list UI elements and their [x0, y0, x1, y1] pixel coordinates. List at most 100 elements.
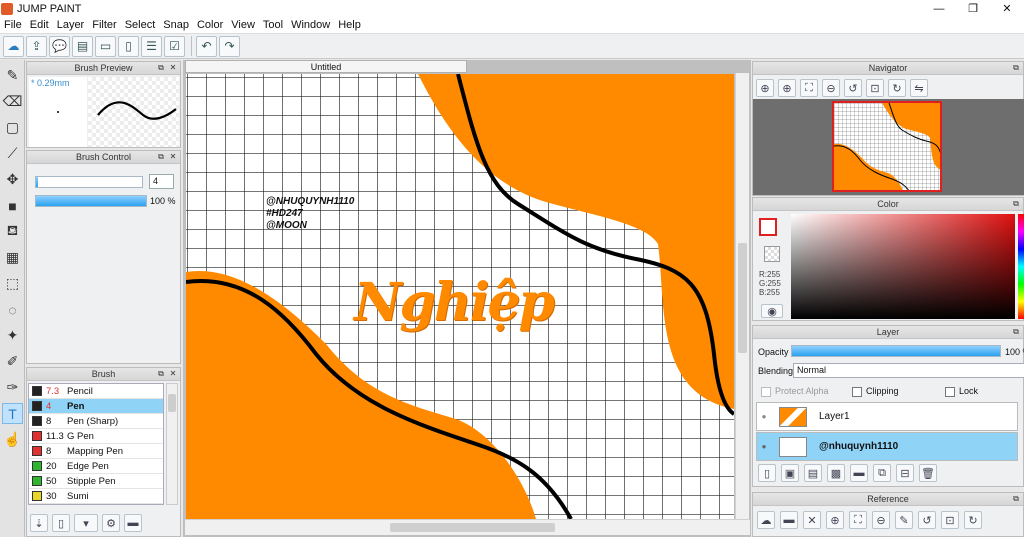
brush-folder-icon[interactable]: ▬	[124, 514, 142, 532]
zoom-out-icon[interactable]: ⊖	[822, 79, 840, 97]
float-panel-icon[interactable]: ⧉	[1011, 63, 1021, 73]
page-icon[interactable]: ▭	[95, 35, 116, 57]
rect-select-tool-icon[interactable]: ⬚	[2, 273, 23, 294]
rotate-right-icon[interactable]: ↻	[888, 79, 906, 97]
background-color-swatch[interactable]	[764, 246, 780, 262]
move-tool-icon[interactable]: ✥	[2, 169, 23, 190]
menu-tool[interactable]: Tool	[259, 19, 287, 31]
menu-snap[interactable]: Snap	[159, 19, 193, 31]
foreground-color-swatch[interactable]	[759, 218, 777, 236]
menu-filter[interactable]: Filter	[88, 19, 120, 31]
line-tool-icon[interactable]: ⟋	[2, 143, 23, 164]
new-text-layer-icon[interactable]: ▤	[804, 464, 822, 482]
new-vector-layer-icon[interactable]: ▣	[781, 464, 799, 482]
brush-item[interactable]: 50 Stipple Pen	[29, 474, 163, 489]
fill-rect-tool-icon[interactable]: ■	[2, 195, 23, 216]
brush-size-input[interactable]: 4	[149, 174, 174, 189]
export-icon[interactable]: ⇪	[26, 35, 47, 57]
clipping-checkbox[interactable]	[852, 386, 862, 397]
select-pen-tool-icon[interactable]: ✐	[2, 351, 23, 372]
fit-screen-icon[interactable]: ⛶	[800, 79, 818, 97]
list-icon[interactable]: ☰	[141, 35, 162, 57]
magic-wand-tool-icon[interactable]: ✦	[2, 325, 23, 346]
float-panel-icon[interactable]: ⧉	[1011, 327, 1021, 337]
menu-help[interactable]: Help	[334, 19, 365, 31]
eyedropper-settings-icon[interactable]: ◉	[761, 304, 783, 318]
gradient-tool-icon[interactable]: ▦	[2, 247, 23, 268]
brush-tool-icon[interactable]: ✎	[2, 65, 23, 86]
merge-layer-icon[interactable]: ⊟	[896, 464, 914, 482]
float-panel-icon[interactable]: ⧉	[156, 63, 166, 73]
brush-menu-icon[interactable]: ▾	[74, 514, 98, 532]
zoom-in-icon[interactable]: ⊕	[756, 79, 774, 97]
flip-icon[interactable]: ⇋	[910, 79, 928, 97]
close-panel-icon[interactable]: ✕	[168, 152, 178, 162]
reference-zoom-in-icon[interactable]: ⊕	[826, 511, 844, 529]
protect-alpha-checkbox[interactable]	[761, 386, 771, 397]
new-brush-icon[interactable]: ▯	[52, 514, 70, 532]
lock-option[interactable]: Lock	[945, 386, 978, 397]
brush-size-slider[interactable]	[35, 176, 143, 188]
new-folder-icon[interactable]: ▬	[850, 464, 868, 482]
maximize-button[interactable]: ❐	[956, 0, 990, 17]
select-eraser-tool-icon[interactable]: ✑	[2, 377, 23, 398]
new-layer-icon[interactable]: ▯	[758, 464, 776, 482]
bucket-tool-icon[interactable]: ⛾	[2, 221, 23, 242]
checklist-icon[interactable]: ☑	[164, 35, 185, 57]
clipping-option[interactable]: Clipping	[852, 386, 899, 397]
document-tab[interactable]: Untitled	[185, 60, 467, 73]
float-panel-icon[interactable]: ⧉	[1011, 494, 1021, 504]
canvas-horizontal-scrollbar[interactable]	[185, 519, 750, 535]
undo-icon[interactable]: ↶	[196, 35, 217, 57]
hand-tool-icon[interactable]: ☝	[2, 429, 23, 450]
brush-item[interactable]: 11.3 G Pen	[29, 429, 163, 444]
brush-list-scrollbar[interactable]	[166, 383, 178, 505]
canvas[interactable]: @NHUQUYNH1110 #HD247 @MOON Nghiệp	[186, 74, 734, 519]
menu-view[interactable]: View	[227, 19, 259, 31]
close-panel-icon[interactable]: ✕	[168, 63, 178, 73]
brush-item[interactable]: 30 Sumi	[29, 489, 163, 504]
menu-edit[interactable]: Edit	[26, 19, 53, 31]
minimize-button[interactable]: —	[922, 0, 956, 17]
reset-view-icon[interactable]: ⊡	[866, 79, 884, 97]
layer-row-selected[interactable]: ● @nhuquynh1110	[756, 432, 1018, 461]
duplicate-layer-icon[interactable]: ⧉	[873, 464, 891, 482]
rotate-left-icon[interactable]: ↺	[844, 79, 862, 97]
menu-layer[interactable]: Layer	[53, 19, 89, 31]
hue-strip[interactable]	[1018, 214, 1024, 319]
layer-visibility-icon[interactable]: ●	[757, 412, 771, 421]
brush-opacity-slider[interactable]	[35, 195, 147, 207]
redo-icon[interactable]: ↷	[219, 35, 240, 57]
navigator-thumbnail[interactable]	[832, 101, 942, 192]
eraser-tool-icon[interactable]: ⌫	[2, 91, 23, 112]
close-panel-icon[interactable]: ✕	[168, 369, 178, 379]
canvas-vertical-scrollbar[interactable]	[735, 73, 749, 519]
add-reference-icon[interactable]: ☁	[757, 511, 775, 529]
layer-opacity-slider[interactable]	[791, 345, 1001, 357]
brush-item[interactable]: 8 Mapping Pen	[29, 444, 163, 459]
reference-reset-icon[interactable]: ⊡	[941, 511, 959, 529]
menu-select[interactable]: Select	[121, 19, 160, 31]
lasso-tool-icon[interactable]: ◌	[2, 299, 23, 320]
float-panel-icon[interactable]: ⧉	[156, 152, 166, 162]
float-panel-icon[interactable]: ⧉	[1011, 199, 1021, 209]
protect-alpha-option[interactable]: Protect Alpha	[761, 386, 829, 397]
remove-reference-icon[interactable]: ✕	[803, 511, 821, 529]
new-halftone-layer-icon[interactable]: ▩	[827, 464, 845, 482]
brush-item[interactable]: 7.3 Pencil	[29, 384, 163, 399]
layer-visibility-icon[interactable]: ●	[757, 442, 771, 451]
close-button[interactable]: ✕	[990, 0, 1024, 17]
brush-item[interactable]: 20 Edge Pen	[29, 459, 163, 474]
open-reference-icon[interactable]: ▬	[780, 511, 798, 529]
lock-checkbox[interactable]	[945, 386, 955, 397]
message-icon[interactable]: ▤	[72, 35, 93, 57]
reference-rotate-left-icon[interactable]: ↺	[918, 511, 936, 529]
cloud-icon[interactable]: ☁	[3, 35, 24, 57]
reference-eyedropper-icon[interactable]: ✎	[895, 511, 913, 529]
menu-color[interactable]: Color	[193, 19, 227, 31]
layer-row[interactable]: ● Layer1	[756, 402, 1018, 431]
brush-item[interactable]: 4 Pen	[29, 399, 163, 414]
menu-window[interactable]: Window	[287, 19, 334, 31]
zoom-in-alt-icon[interactable]: ⊕	[778, 79, 796, 97]
text-tool-icon[interactable]: T	[2, 403, 23, 424]
